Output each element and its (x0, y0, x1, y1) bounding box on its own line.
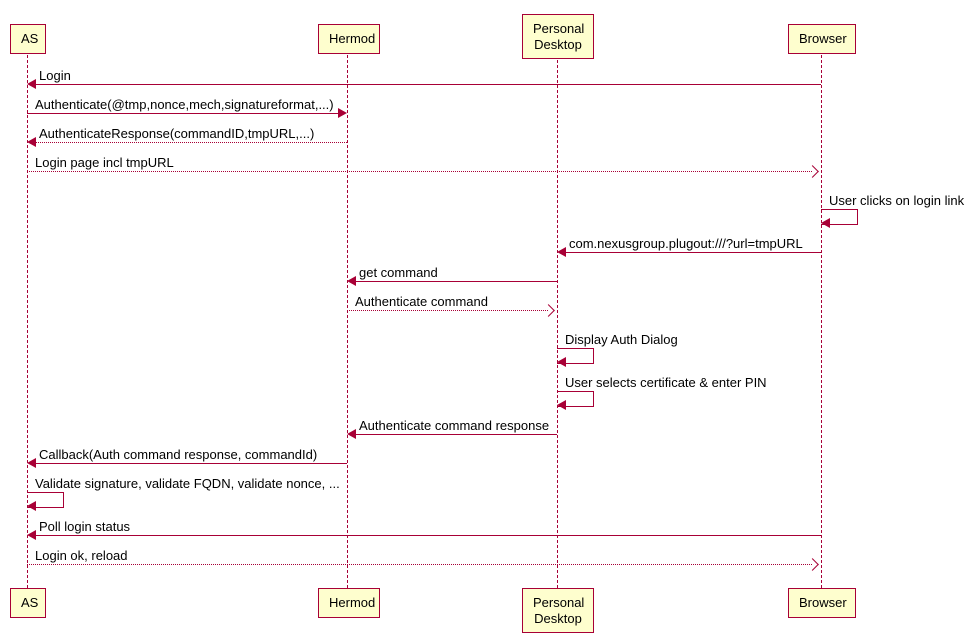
participant-label: AS (21, 31, 38, 46)
message-arrow (36, 142, 347, 143)
message-label: Display Auth Dialog (565, 332, 678, 347)
message-arrow (36, 463, 347, 464)
participant-label: Personal (533, 595, 584, 610)
message-label: User clicks on login link (829, 193, 964, 208)
participant-label: Browser (799, 595, 847, 610)
participant-hermod-top: Hermod (318, 24, 380, 54)
arrowhead-icon (27, 458, 36, 468)
participant-label: Hermod (329, 595, 375, 610)
arrowhead-icon (557, 400, 566, 410)
participant-personal-desktop-bottom: Personal Desktop (522, 588, 594, 633)
message-arrow (27, 113, 338, 114)
message-arrow (27, 171, 812, 172)
arrowhead-icon (27, 79, 36, 89)
message-label: Poll login status (39, 519, 130, 534)
arrowhead-icon (27, 530, 36, 540)
participant-as-top: AS (10, 24, 46, 54)
message-arrow (347, 310, 548, 311)
lifeline-hermod (347, 50, 348, 588)
participant-browser-bottom: Browser (788, 588, 856, 618)
arrowhead-icon (338, 108, 347, 118)
message-label: Validate signature, validate FQDN, valid… (35, 476, 340, 491)
message-label: Callback(Auth command response, commandI… (39, 447, 317, 462)
message-label: Login (39, 68, 71, 83)
arrowhead-icon (821, 218, 830, 228)
message-label: Login page incl tmpURL (35, 155, 174, 170)
participant-hermod-bottom: Hermod (318, 588, 380, 618)
message-label: Login ok, reload (35, 548, 128, 563)
participant-as-bottom: AS (10, 588, 46, 618)
message-arrow (356, 434, 557, 435)
message-label: Authenticate(@tmp,nonce,mech,signaturefo… (35, 97, 334, 112)
participant-label: Desktop (534, 37, 582, 52)
message-label: Authenticate command (355, 294, 488, 309)
participant-label: AS (21, 595, 38, 610)
message-arrow (36, 535, 821, 536)
arrowhead-icon (806, 165, 819, 178)
participant-personal-desktop-top: Personal Desktop (522, 14, 594, 59)
arrowhead-icon (557, 357, 566, 367)
arrowhead-icon (542, 304, 555, 317)
arrowhead-icon (27, 501, 36, 511)
lifeline-personal-desktop (557, 50, 558, 588)
participant-label: Personal (533, 21, 584, 36)
participant-label: Desktop (534, 611, 582, 626)
message-arrow (36, 84, 821, 85)
participant-label: Hermod (329, 31, 375, 46)
message-arrow (356, 281, 557, 282)
message-label: com.nexusgroup.plugout:///?url=tmpURL (569, 236, 803, 251)
message-label: AuthenticateResponse(commandID,tmpURL,..… (39, 126, 314, 141)
message-label: User selects certificate & enter PIN (565, 375, 767, 390)
participant-browser-top: Browser (788, 24, 856, 54)
arrowhead-icon (347, 429, 356, 439)
message-label: Authenticate command response (359, 418, 549, 433)
arrowhead-icon (27, 137, 36, 147)
lifeline-browser (821, 50, 822, 588)
participant-label: Browser (799, 31, 847, 46)
arrowhead-icon (806, 558, 819, 571)
arrowhead-icon (347, 276, 356, 286)
message-label: get command (359, 265, 438, 280)
message-arrow (27, 564, 812, 565)
message-arrow (566, 252, 821, 253)
arrowhead-icon (557, 247, 566, 257)
